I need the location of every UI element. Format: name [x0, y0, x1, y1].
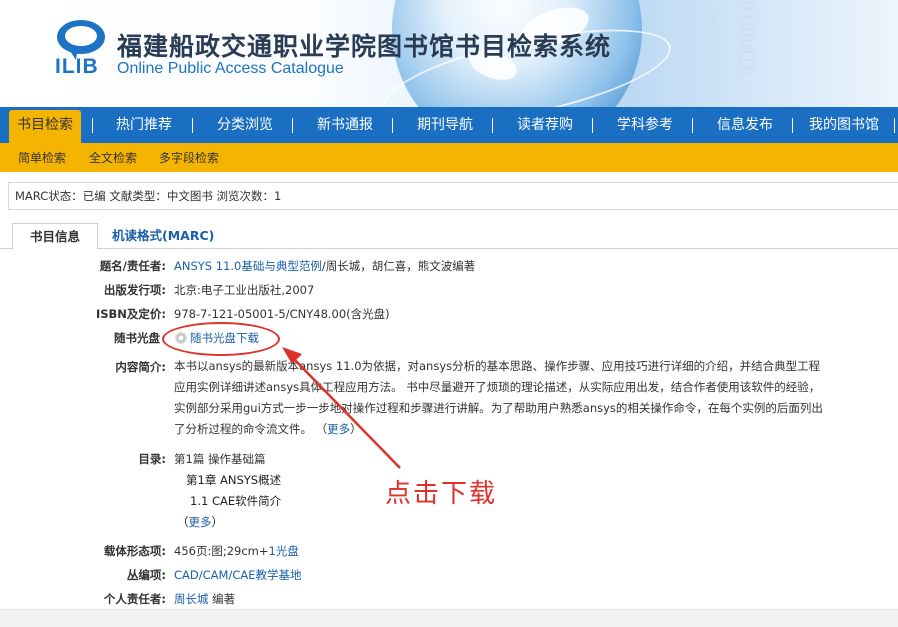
- annotation-label: 点击下载: [385, 479, 498, 509]
- annotation-arrow-icon: [282, 347, 401, 469]
